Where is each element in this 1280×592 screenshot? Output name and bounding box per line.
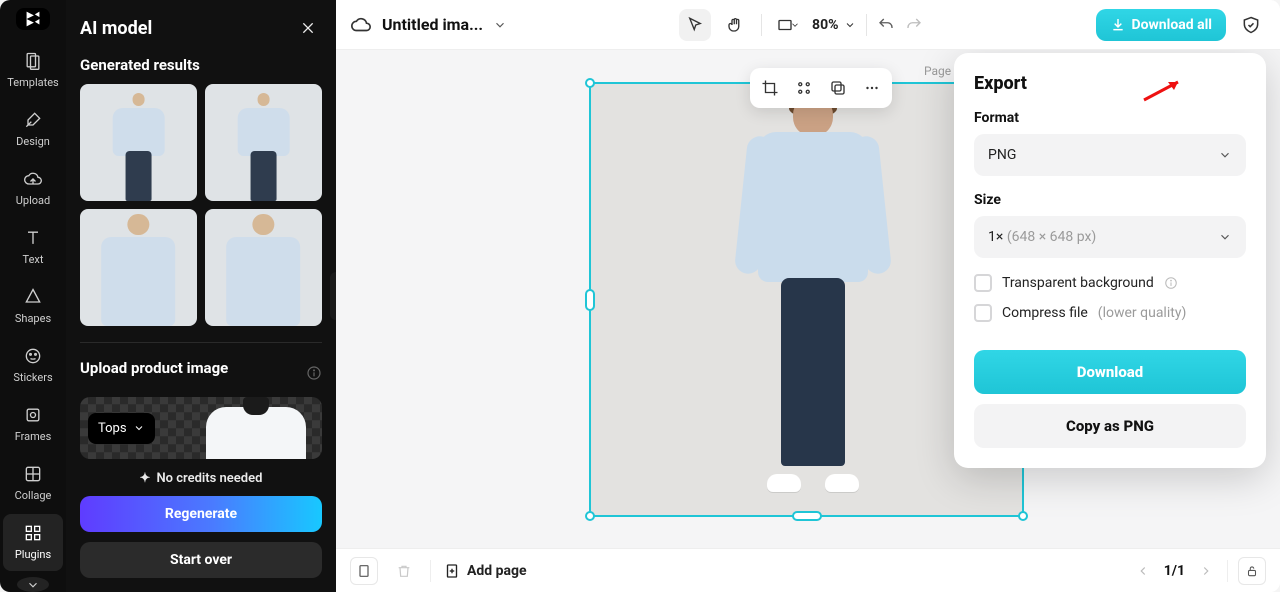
format-select[interactable]: PNG (974, 134, 1246, 176)
lock-button[interactable] (1238, 557, 1266, 585)
privacy-button[interactable] (1236, 10, 1266, 40)
category-label: Tops (98, 421, 127, 436)
panel-close-button[interactable] (294, 14, 322, 42)
topbar: Untitled ima... 80% Download (336, 0, 1280, 50)
chevron-down-icon (1218, 148, 1232, 162)
undo-button[interactable] (877, 16, 895, 34)
regenerate-button[interactable]: Regenerate (80, 496, 322, 532)
templates-icon (22, 50, 44, 72)
pages-panel-button[interactable] (350, 557, 378, 585)
size-select[interactable]: 1× (648 × 648 px) (974, 216, 1246, 258)
download-all-button[interactable]: Download all (1096, 9, 1227, 41)
bottombar: Add page 1/1 (336, 548, 1280, 592)
upload-icon (22, 168, 44, 190)
info-icon[interactable] (306, 365, 322, 381)
result-thumb[interactable] (205, 84, 322, 201)
selection-handle[interactable] (585, 511, 595, 521)
result-thumb[interactable] (205, 209, 322, 326)
shapes-icon (22, 286, 44, 308)
product-preview[interactable] (196, 397, 316, 459)
upload-heading: Upload product image (80, 359, 228, 377)
transparent-checkbox[interactable] (974, 274, 992, 292)
selection-toolbar (750, 68, 892, 108)
rail-label: Plugins (15, 548, 51, 561)
rail-design[interactable]: Design (3, 101, 63, 158)
rail-upload[interactable]: Upload (3, 160, 63, 217)
duplicate-button[interactable] (822, 72, 854, 104)
rail-label: Text (23, 253, 44, 266)
rail-templates[interactable]: Templates (3, 42, 63, 99)
rail-label: Collage (15, 489, 52, 502)
copy-png-button[interactable]: Copy as PNG (974, 404, 1246, 448)
export-popover: Export Format PNG Size 1× (648 × 648 px) (954, 53, 1266, 468)
product-image-row: Tops (80, 397, 322, 460)
result-thumb[interactable] (80, 84, 197, 201)
rail-label: Templates (7, 76, 58, 89)
rail-collage[interactable]: Collage (3, 455, 63, 512)
design-icon (22, 109, 44, 131)
category-select[interactable]: Tops (88, 413, 155, 444)
credits-text: ✦ No credits needed (80, 471, 322, 486)
cursor-mode-button[interactable] (679, 9, 711, 41)
cloud-sync-icon[interactable] (350, 14, 372, 36)
sparkle-icon: ✦ (140, 471, 151, 486)
rail-label: Upload (16, 194, 50, 207)
left-rail: Templates Design Upload Text Shapes Stic… (0, 0, 66, 592)
selection-handle[interactable] (585, 289, 595, 311)
main-area: Untitled ima... 80% Download (336, 0, 1280, 592)
rail-plugins[interactable]: Plugins (3, 514, 63, 571)
format-label: Format (974, 110, 1246, 126)
chevron-down-icon (1218, 230, 1232, 244)
info-icon[interactable] (1164, 276, 1178, 290)
generated-results-heading: Generated results (80, 56, 322, 74)
rail-shapes[interactable]: Shapes (3, 278, 63, 335)
start-over-button[interactable]: Start over (80, 542, 322, 578)
rail-label: Stickers (13, 371, 52, 384)
selection-handle[interactable] (585, 78, 595, 88)
zoom-select[interactable]: 80% (812, 17, 856, 33)
canvas-viewport[interactable]: Page 1 Export Format (336, 50, 1280, 548)
compress-label: Compress file (1002, 305, 1088, 321)
collage-icon (22, 463, 44, 485)
ai-model-panel: AI model Generated results Upload produc… (66, 0, 336, 592)
compress-checkbox[interactable] (974, 304, 992, 322)
title-menu-button[interactable] (493, 18, 507, 32)
document-title[interactable]: Untitled ima... (382, 15, 483, 34)
add-page-icon (443, 562, 461, 580)
frames-icon (22, 404, 44, 426)
next-page-button[interactable] (1195, 560, 1217, 582)
transparent-label: Transparent background (1002, 275, 1154, 291)
rail-text[interactable]: Text (3, 219, 63, 276)
download-icon (1110, 17, 1126, 33)
rail-label: Frames (15, 430, 52, 443)
rail-frames[interactable]: Frames (3, 396, 63, 453)
size-label: Size (974, 192, 1246, 208)
more-options-button[interactable] (856, 72, 888, 104)
rail-stickers[interactable]: Stickers (3, 337, 63, 394)
panel-title: AI model (80, 18, 152, 39)
rail-more-button[interactable] (17, 577, 49, 592)
rail-label: Shapes (15, 312, 51, 325)
text-icon (22, 227, 44, 249)
selection-handle[interactable] (792, 511, 822, 521)
smart-tools-button[interactable] (788, 72, 820, 104)
resize-button[interactable] (772, 9, 804, 41)
export-title: Export (974, 73, 1246, 94)
plugins-icon (22, 522, 44, 544)
redo-button[interactable] (905, 16, 923, 34)
crop-button[interactable] (754, 72, 786, 104)
prev-page-button[interactable] (1132, 560, 1154, 582)
compress-note: (lower quality) (1098, 305, 1187, 321)
rail-label: Design (16, 135, 50, 148)
page-indicator: 1/1 (1164, 563, 1185, 579)
download-button[interactable]: Download (974, 350, 1246, 394)
result-thumb[interactable] (80, 209, 197, 326)
delete-page-button (390, 557, 418, 585)
add-page-button[interactable]: Add page (443, 562, 527, 580)
app-logo[interactable] (16, 8, 50, 30)
hand-mode-button[interactable] (719, 9, 751, 41)
selection-handle[interactable] (1018, 511, 1028, 521)
canvas-image[interactable] (763, 94, 863, 492)
stickers-icon (22, 345, 44, 367)
